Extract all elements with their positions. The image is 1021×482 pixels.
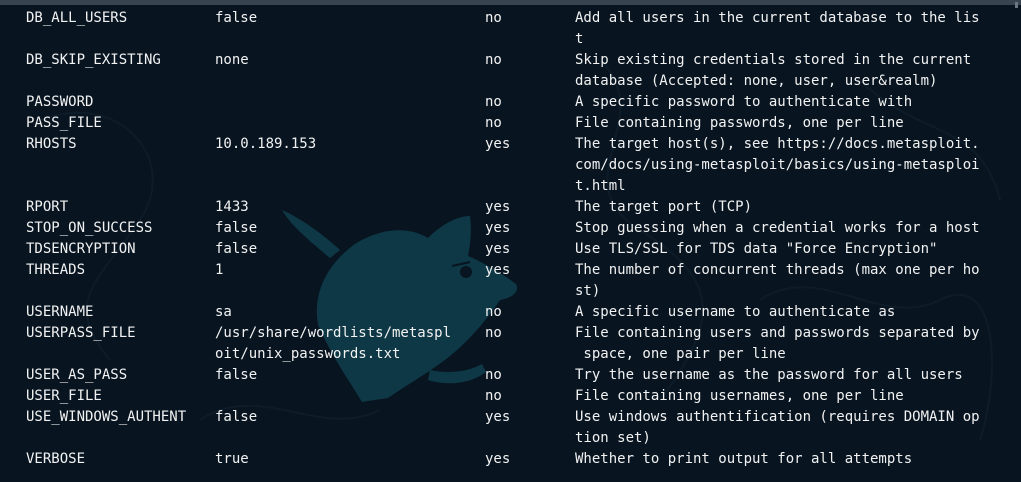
option-required: no [485, 10, 502, 26]
option-row: TDSENCRYPTION yes false Use TLS/SSL for TDS… [0, 239, 1021, 260]
option-name: USE_WINDOWS_AUTHENT [26, 409, 187, 425]
option-required: yes [485, 199, 511, 215]
option-current-setting: sa [215, 304, 232, 320]
option-description: Use TLS/SSL for TDS data "Force Encrypti… [575, 241, 938, 257]
option-description: Try the username as the password for all… [575, 367, 963, 383]
option-current-setting: false [215, 10, 258, 26]
option-row-continuation: com/docs/using-metasploit/basics/using-m… [0, 155, 1021, 176]
option-name: USER_AS_PASS [26, 367, 128, 383]
option-current-setting: false [215, 220, 258, 236]
option-row: STOP_ON_SUCCESS yes false Stop guessing whe… [0, 218, 1021, 239]
option-description: Use windows authentification (requires D… [575, 409, 980, 425]
option-description: A specific username to authenticate as [575, 304, 896, 320]
option-description: t.html [575, 178, 626, 194]
option-row: USER_FILE no File containing usernames, on… [0, 386, 1021, 407]
option-current-setting: 1433 [215, 199, 249, 215]
option-description: File containing usernames, one per line [575, 388, 904, 404]
option-name: DB_SKIP_EXISTING [26, 52, 161, 68]
option-required: no [485, 388, 502, 404]
option-row: THREADS yes 1 The number of concurrent thre… [0, 260, 1021, 281]
terminal-output: DB_ALL_USERS no false Add all users in the … [0, 8, 1021, 470]
option-description: The target host(s), see https://docs.met… [575, 136, 980, 152]
option-description: The target port (TCP) [575, 199, 753, 215]
option-name: TDSENCRYPTION [26, 241, 136, 257]
option-row: PASSWORD no A specific password to authent… [0, 92, 1021, 113]
option-description: A specific password to authenticate with [575, 94, 913, 110]
option-row: USERPASS_FILE no/usr/share/wordlists/meta… [0, 323, 1021, 344]
option-row-continuation: t [0, 29, 1021, 50]
option-description: t [575, 31, 584, 47]
option-required: no [485, 304, 502, 320]
option-required: yes [485, 241, 511, 257]
option-description: File containing users and passwords sepa… [575, 325, 980, 341]
option-current-setting: /usr/share/wordlists/metaspl [215, 325, 452, 341]
option-description: Whether to print output for all attempts [575, 451, 913, 467]
option-description: File containing passwords, one per line [575, 115, 904, 131]
option-row: USER_AS_PASS no false Try the username as t… [0, 365, 1021, 386]
option-row: PASS_FILE no File containing passwords, on… [0, 113, 1021, 134]
option-name: USERNAME [26, 304, 94, 320]
option-row-continuation: st) [0, 281, 1021, 302]
option-required: no [485, 52, 502, 68]
option-current-setting: false [215, 367, 258, 383]
option-required: no [485, 115, 502, 131]
option-row: VERBOSE yes true Whether to print output fo… [0, 449, 1021, 470]
option-row: RPORT yes 1433 The target port (TCP) [0, 197, 1021, 218]
option-description: tion set) [575, 430, 651, 446]
option-name: RPORT [26, 199, 69, 215]
option-name: DB_ALL_USERS [26, 10, 128, 26]
option-row: USE_WINDOWS_AUTHENT yes false Use windows a… [0, 407, 1021, 428]
option-required: no [485, 325, 502, 341]
option-row: USERNAME no sa A specific username to authe… [0, 302, 1021, 323]
option-required: yes [485, 262, 511, 278]
option-row: DB_SKIP_EXISTING no none Skip existing cred… [0, 50, 1021, 71]
option-description: database (Accepted: none, user, user&rea… [575, 73, 938, 89]
option-current-setting: 1 [215, 262, 224, 278]
option-description: space, one pair per line [575, 346, 786, 362]
option-row-continuation: oit/unix_passwords.txt space, one pair p… [0, 344, 1021, 365]
option-description: st) [575, 283, 601, 299]
option-current-setting: false [215, 409, 258, 425]
option-required: yes [485, 136, 511, 152]
option-row: RHOSTS yes 10.0.189.153 The target host(s),… [0, 134, 1021, 155]
option-description: Stop guessing when a credential works fo… [575, 220, 980, 236]
option-row-continuation: database (Accepted: none, user, user&rea… [0, 71, 1021, 92]
option-name: USERPASS_FILE [26, 325, 136, 341]
option-current-setting: false [215, 241, 258, 257]
option-name: VERBOSE [26, 451, 86, 467]
option-description: com/docs/using-metasploit/basics/using-m… [575, 157, 980, 173]
option-required: yes [485, 451, 511, 467]
option-required: yes [485, 409, 511, 425]
option-name: PASSWORD [26, 94, 94, 110]
option-required: yes [485, 220, 511, 236]
option-name: THREADS [26, 262, 86, 278]
option-description: The number of concurrent threads (max on… [575, 262, 980, 278]
option-required: no [485, 367, 502, 383]
option-name: USER_FILE [26, 388, 102, 404]
option-current-setting: true [215, 451, 249, 467]
option-name: RHOSTS [26, 136, 77, 152]
option-name: PASS_FILE [26, 115, 102, 131]
option-current-setting: none [215, 52, 249, 68]
option-row-continuation: t.html [0, 176, 1021, 197]
option-required: no [485, 94, 502, 110]
option-current-setting: 10.0.189.153 [215, 136, 317, 152]
option-row-continuation: tion set) [0, 428, 1021, 449]
option-current-setting: oit/unix_passwords.txt [215, 346, 401, 362]
option-name: STOP_ON_SUCCESS [26, 220, 153, 236]
option-description: Add all users in the current database to… [575, 10, 980, 26]
option-row: DB_ALL_USERS no false Add all users in the … [0, 8, 1021, 29]
option-description: Skip existing credentials stored in the … [575, 52, 972, 68]
